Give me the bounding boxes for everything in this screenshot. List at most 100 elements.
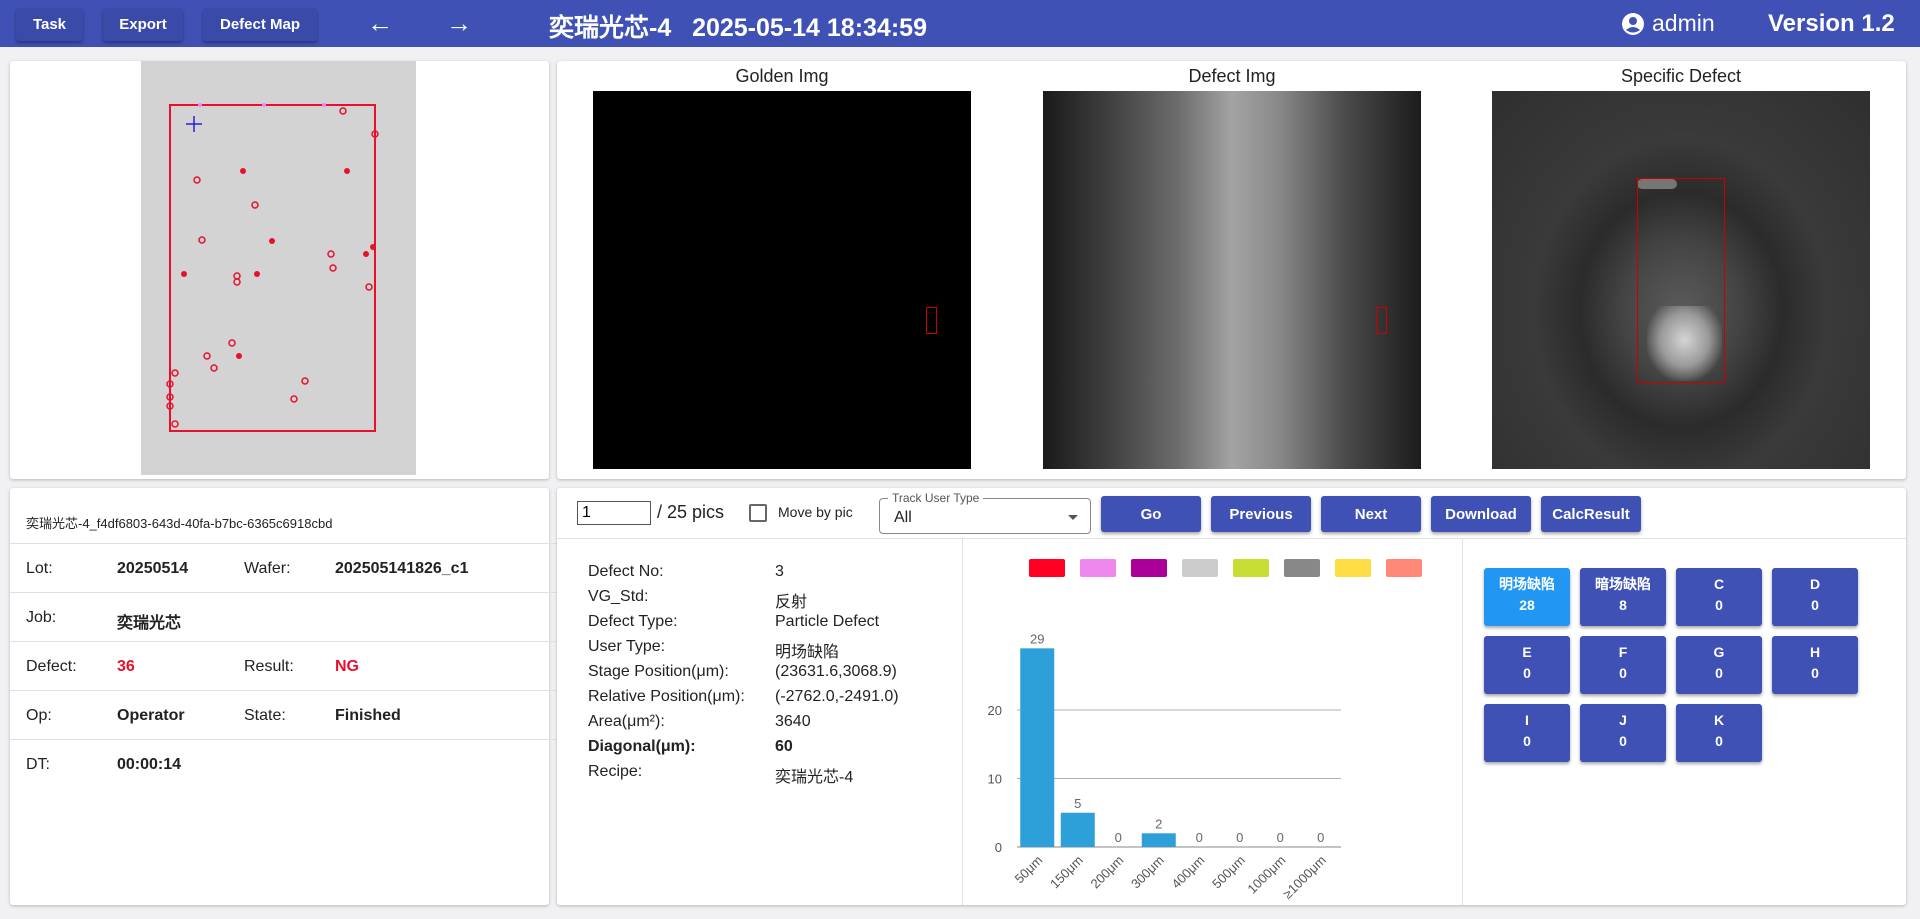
state-value: Finished (335, 707, 401, 724)
defect-type-label: C (1713, 576, 1725, 592)
defect-type-button[interactable]: I0 (1484, 704, 1570, 762)
defect-type-count: 0 (1811, 665, 1819, 681)
legend-swatch (1335, 559, 1371, 577)
defect-type-button[interactable]: 暗场缺陷 8 (1580, 568, 1666, 626)
back-arrow-icon[interactable]: ← (360, 8, 400, 40)
defect-detail-card: / 25 pics Move by pic Track User Type Al… (557, 488, 1906, 905)
defect-type-count: 0 (1715, 733, 1723, 749)
bar-value-label: 0 (1196, 830, 1203, 845)
download-button[interactable]: Download (1431, 496, 1531, 532)
bar-value-label: 0 (1236, 830, 1243, 845)
x-tick-label: ≥1000μm (1280, 853, 1329, 902)
defect-type-label: J (1619, 712, 1627, 728)
dt-value: 00:00:14 (117, 756, 182, 773)
wafer-boundary (169, 104, 376, 432)
defect-type-label: I (1525, 712, 1529, 728)
username: admin (1652, 10, 1715, 36)
lot-value: 20250514 (117, 560, 189, 577)
crosshair-marker (186, 116, 202, 132)
next-button[interactable]: Next (1321, 496, 1421, 532)
y-tick-label: 20 (988, 703, 1002, 718)
defect-type-button[interactable]: G0 (1676, 636, 1762, 694)
info-row-job: Job: 奕瑞光芯 (10, 592, 558, 641)
detail-label: Recipe: (588, 763, 643, 780)
top-toolbar: Task Export Defect Map ← → 奕瑞光芯-4 2025-0… (0, 0, 1920, 47)
golden-defect-box (926, 307, 937, 334)
defect-type-count: 0 (1523, 733, 1531, 749)
defect-type-label: E (1522, 644, 1532, 660)
job-value: 奕瑞光芯 (117, 615, 182, 632)
wafer-map-plot (166, 103, 379, 432)
defect-type-count: 0 (1523, 665, 1531, 681)
bar-value-label: 29 (1030, 631, 1044, 646)
info-row-op: Op: Operator State: Finished (10, 690, 558, 739)
track-user-type-value: All (894, 509, 912, 526)
defect-img-title: Defect Img (1188, 66, 1276, 86)
bar-value-label: 0 (1115, 830, 1122, 845)
defect-type-label: H (1809, 644, 1821, 660)
wafer-value: 202505141826_c1 (335, 560, 469, 577)
detail-label: Stage Position(μm): (588, 663, 729, 680)
specific-defect-box (1637, 178, 1725, 383)
detail-value: Particle Defect (775, 613, 880, 630)
wafer-map[interactable] (141, 61, 416, 475)
defect-type-label: G (1713, 644, 1725, 660)
previous-button[interactable]: Previous (1211, 496, 1311, 532)
bar-value-label: 5 (1074, 796, 1081, 811)
result-value: NG (335, 658, 359, 675)
detail-value: 3640 (775, 713, 811, 730)
y-tick-label: 0 (995, 840, 1002, 855)
defect-type-button[interactable]: F0 (1580, 636, 1666, 694)
legend-swatch (1284, 559, 1320, 577)
account-circle-icon (1622, 12, 1644, 35)
forward-arrow-icon[interactable]: → (439, 8, 479, 40)
defect-type-button[interactable]: K0 (1676, 704, 1762, 762)
detail-label: Relative Position(μm): (588, 688, 745, 705)
defect-type-button[interactable]: 明场缺陷 28 (1484, 568, 1570, 626)
specific-defect-image[interactable] (1492, 91, 1870, 469)
export-button[interactable]: Export (103, 8, 183, 41)
go-button[interactable]: Go (1101, 496, 1201, 532)
task-button[interactable]: Task (16, 8, 83, 41)
x-tick-label: 500μm (1209, 853, 1248, 892)
calc-result-button[interactable]: CalcResult (1541, 496, 1641, 532)
detail-value: (23631.6,3068.9) (775, 663, 897, 680)
track-user-type-select[interactable]: Track User Type All (879, 491, 1091, 534)
defect-image[interactable] (1043, 91, 1421, 469)
x-tick-label: 50μm (1012, 853, 1046, 887)
wafer-map-card (10, 61, 549, 479)
defect-type-label: F (1618, 644, 1628, 660)
dt-label: DT: (26, 756, 50, 773)
state-label: State: (244, 707, 286, 724)
golden-image[interactable] (593, 91, 971, 469)
op-label: Op: (26, 707, 52, 724)
user-menu[interactable]: admin (1622, 10, 1715, 37)
detail-value: (-2762.0,-2491.0) (775, 688, 899, 705)
track-user-type-label: Track User Type (888, 491, 984, 505)
move-by-pic-checkbox[interactable] (749, 504, 767, 522)
detail-value: 60 (775, 738, 793, 755)
defect-type-label: K (1713, 712, 1725, 728)
defect-type-button[interactable]: J0 (1580, 704, 1666, 762)
defect-type-button[interactable]: E0 (1484, 636, 1570, 694)
defect-type-button[interactable]: H0 (1772, 636, 1858, 694)
caret-down-icon (1068, 515, 1078, 520)
defect-type-button[interactable]: C0 (1676, 568, 1762, 626)
detail-value: 奕瑞光芯-4 (775, 769, 854, 786)
defect-count: 36 (117, 658, 135, 675)
defect-type-count: 0 (1811, 597, 1819, 613)
x-tick-label: 400μm (1168, 853, 1207, 892)
detail-label: Diagonal(μm): (588, 738, 696, 755)
defect-points (166, 103, 379, 428)
record-id: 奕瑞光芯-4_f4df6803-643d-40fa-b7bc-6365c6918… (26, 516, 333, 531)
defect-map-button[interactable]: Defect Map (203, 8, 317, 41)
page-number-input[interactable] (577, 501, 651, 525)
legend-swatch (1233, 559, 1269, 577)
defect-type-label: D (1809, 576, 1821, 592)
info-row-dt: DT: 00:00:14 (10, 739, 558, 788)
defect-type-button[interactable]: D0 (1772, 568, 1858, 626)
defect-type-count: 28 (1519, 597, 1535, 613)
bar-value-label: 0 (1317, 830, 1324, 845)
bar (1060, 812, 1095, 847)
defect-box (1376, 307, 1387, 334)
